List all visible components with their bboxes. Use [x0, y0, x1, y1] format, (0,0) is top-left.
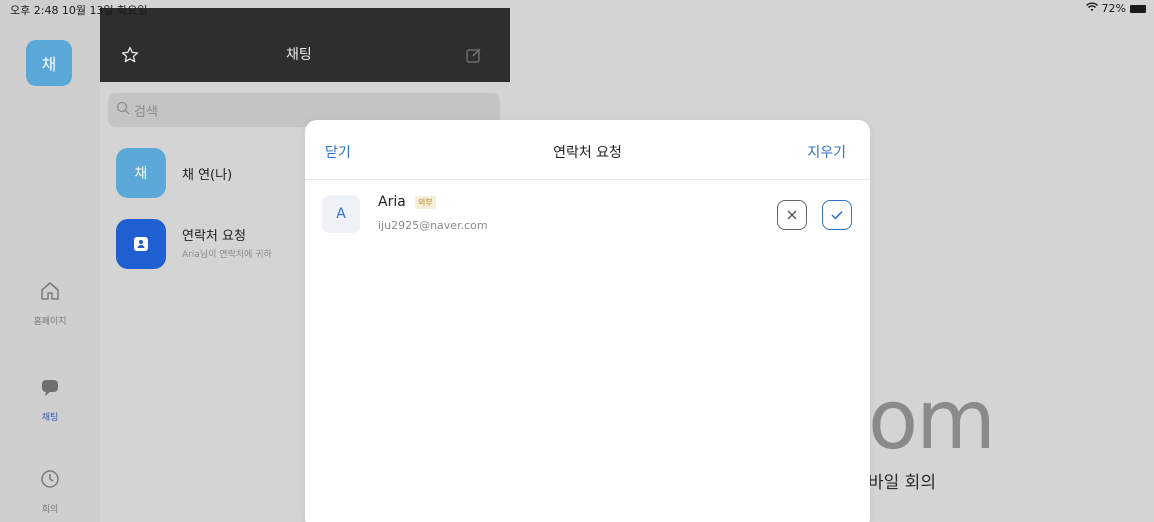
- chat-subtitle: Aria님이 연락처에 귀하: [182, 250, 272, 260]
- contact-request-modal: 닫기 연락처 요청 지우기 A Aria 외부 iju2925@naver.co…: [305, 120, 870, 522]
- star-icon[interactable]: [121, 46, 139, 68]
- external-badge: 외부: [415, 196, 436, 209]
- status-time: 오후 2:48 10월 13일 화요일: [10, 4, 148, 17]
- checkmark-icon: [830, 206, 844, 225]
- rail-item-meetings[interactable]: 회의: [0, 468, 100, 515]
- avatar: A: [322, 195, 360, 233]
- accept-button[interactable]: [822, 200, 852, 230]
- chat-avatar: 채: [116, 148, 166, 198]
- wifi-icon: [1085, 2, 1098, 15]
- chat-bubble-icon: [39, 376, 61, 402]
- chat-name: 연락처 요청: [182, 229, 246, 244]
- rail-item-label: 채팅: [41, 413, 59, 423]
- chat-name: 채 연(나): [182, 168, 233, 183]
- clear-button[interactable]: 지우기: [807, 142, 846, 162]
- request-email: iju2925@naver.com: [378, 219, 488, 232]
- profile-avatar[interactable]: 채: [26, 40, 72, 86]
- background-logo: om: [868, 373, 996, 468]
- rail-item-label: 회의: [41, 505, 59, 515]
- modal-title: 연락처 요청: [553, 145, 622, 161]
- chat-panel-header: 채팅: [100, 8, 510, 82]
- decline-button[interactable]: [777, 200, 807, 230]
- compose-icon[interactable]: [465, 46, 483, 68]
- chat-panel-title: 채팅: [286, 47, 312, 63]
- modal-header: 닫기 연락처 요청 지우기: [305, 120, 870, 180]
- close-icon: [786, 206, 798, 225]
- contact-request-row: A Aria 외부 iju2925@naver.com: [305, 180, 870, 250]
- left-rail: 채 홈페이지 채팅 회의: [0, 0, 100, 522]
- rail-item-home[interactable]: 홈페이지: [0, 280, 100, 327]
- rail-item-label: 홈페이지: [33, 317, 67, 327]
- rail-item-chat[interactable]: 채팅: [0, 376, 100, 423]
- search-placeholder: 검색: [134, 104, 158, 120]
- battery-percent: 72%: [1101, 2, 1126, 15]
- background-subtitle: 바일 회의: [868, 473, 936, 493]
- home-icon: [39, 280, 61, 306]
- contact-card-icon: [116, 219, 166, 269]
- request-name: Aria: [378, 194, 406, 210]
- clock-icon: [39, 468, 61, 494]
- search-icon: [116, 101, 130, 119]
- battery-icon: [1130, 4, 1146, 13]
- status-battery: 72%: [1085, 2, 1146, 15]
